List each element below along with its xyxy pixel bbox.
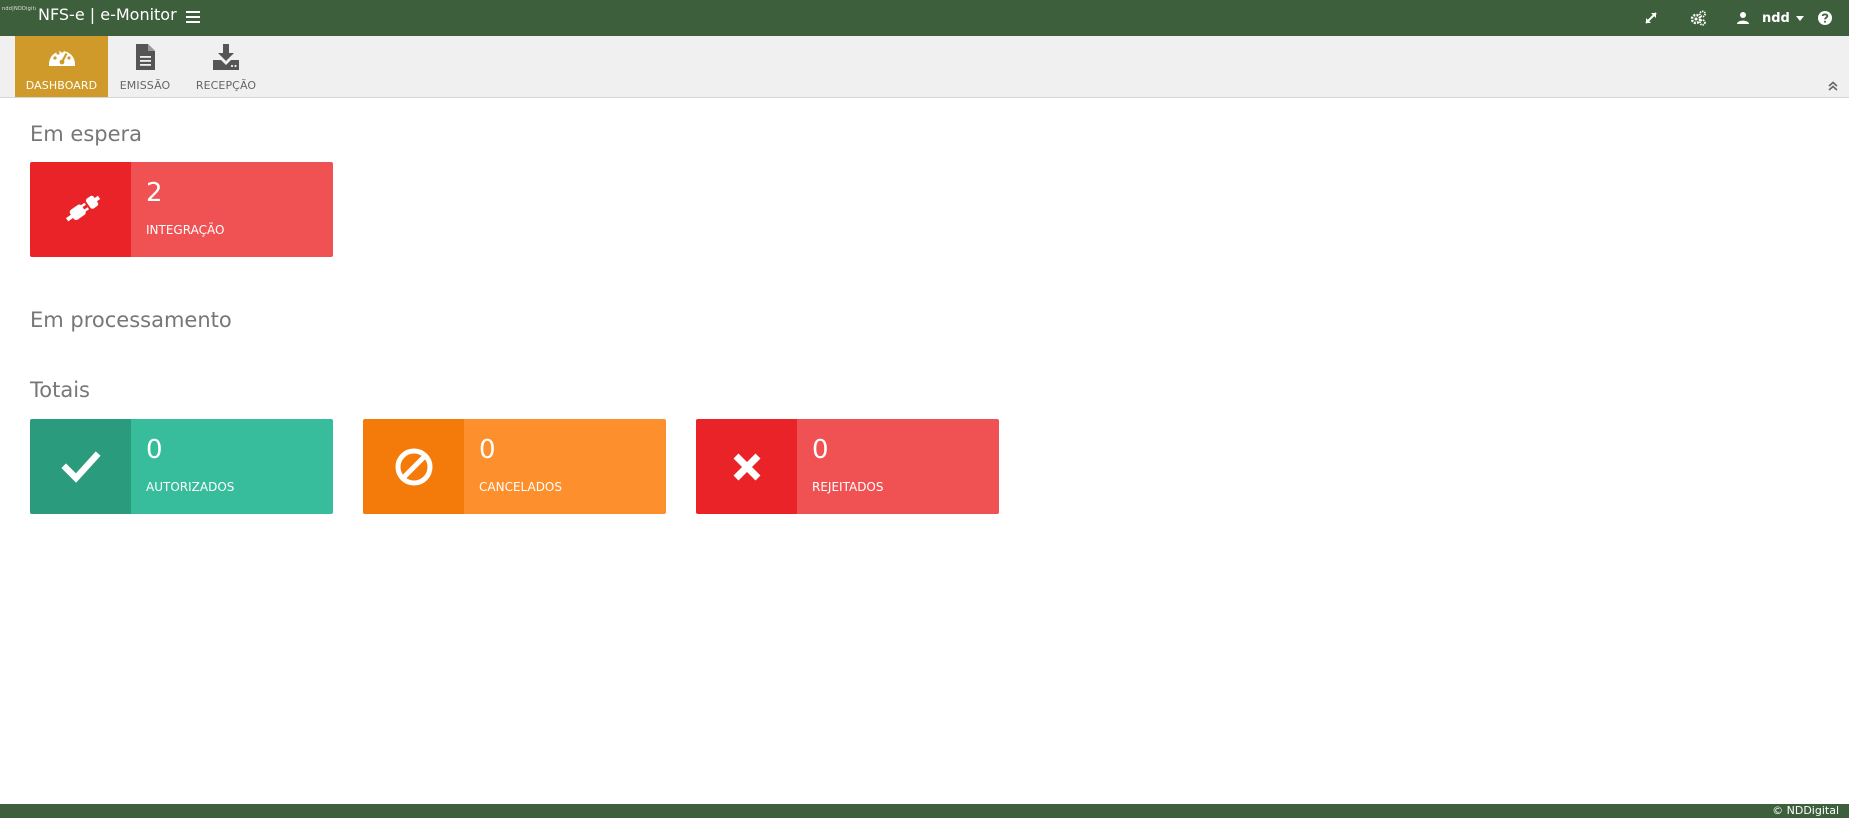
module-toolbar: DASHBOARD EMISSÃO RECEPÇÃO (0, 36, 1849, 98)
user-menu[interactable]: ndd (1736, 8, 1804, 28)
chevron-down-icon (1795, 15, 1804, 21)
tile-label: INTEGRAÇÃO (146, 223, 225, 237)
document-icon (130, 42, 160, 72)
brand-logo: ndd|NDDigital (2, 6, 36, 12)
nav-emissao[interactable]: EMISSÃO (108, 36, 182, 97)
top-bar: ndd|NDDigital NFS-e | e-Monitor ndd (0, 0, 1849, 36)
double-chevron-up-icon[interactable] (1827, 80, 1839, 92)
download-icon (211, 42, 241, 72)
nav-label: EMISSÃO (119, 79, 171, 92)
nav-label: RECEPÇÃO (195, 79, 257, 92)
nav-label: DASHBOARD (25, 79, 98, 92)
tile-body: 2 INTEGRAÇÃO (131, 162, 333, 257)
app-title: NFS-e | e-Monitor (38, 5, 177, 24)
check-icon (30, 419, 131, 514)
expand-icon[interactable] (1642, 9, 1660, 27)
tile-label: CANCELADOS (479, 480, 562, 494)
tile-rejeitados[interactable]: 0 REJEITADOS (696, 419, 999, 514)
tile-cancelados[interactable]: 0 CANCELADOS (363, 419, 666, 514)
section-title-totals: Totais (30, 378, 90, 402)
section-title-processing: Em processamento (30, 308, 232, 332)
tile-integracao[interactable]: 2 INTEGRAÇÃO (30, 162, 333, 257)
tile-body: 0 AUTORIZADOS (131, 419, 333, 514)
cogs-icon[interactable] (1689, 9, 1707, 27)
tile-label: AUTORIZADOS (146, 480, 235, 494)
user-icon (1736, 11, 1750, 25)
section-title-waiting: Em espera (30, 122, 143, 146)
tile-count: 2 (146, 178, 163, 208)
tile-count: 0 (479, 435, 496, 465)
tile-label: REJEITADOS (812, 480, 884, 494)
menu-icon[interactable] (186, 11, 200, 25)
tile-autorizados[interactable]: 0 AUTORIZADOS (30, 419, 333, 514)
footer: © NDDigital (0, 804, 1849, 818)
plug-icon (30, 162, 131, 257)
nav-recepcao[interactable]: RECEPÇÃO (188, 36, 264, 97)
help-icon[interactable] (1816, 9, 1834, 27)
user-name: ndd (1762, 10, 1790, 26)
tile-body: 0 CANCELADOS (464, 419, 666, 514)
tile-count: 0 (146, 435, 163, 465)
dashboard-icon (47, 42, 77, 72)
nav-dashboard[interactable]: DASHBOARD (15, 36, 108, 97)
copyright-text: © NDDigital (1772, 804, 1839, 817)
tile-count: 0 (812, 435, 829, 465)
ban-icon (363, 419, 464, 514)
close-icon (696, 419, 797, 514)
tile-body: 0 REJEITADOS (797, 419, 999, 514)
